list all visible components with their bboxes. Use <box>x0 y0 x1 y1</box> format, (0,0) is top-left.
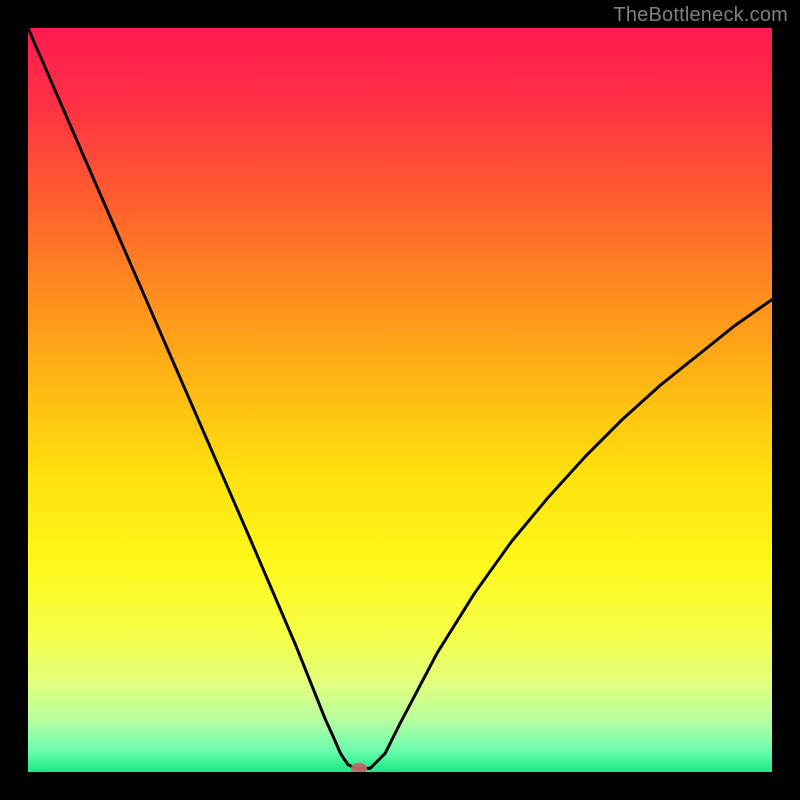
chart-frame: TheBottleneck.com <box>0 0 800 800</box>
bottleneck-curve <box>28 28 772 772</box>
watermark-text: TheBottleneck.com <box>613 4 788 27</box>
minimum-marker <box>351 763 367 772</box>
plot-area <box>28 28 772 772</box>
curve-path <box>28 28 772 768</box>
